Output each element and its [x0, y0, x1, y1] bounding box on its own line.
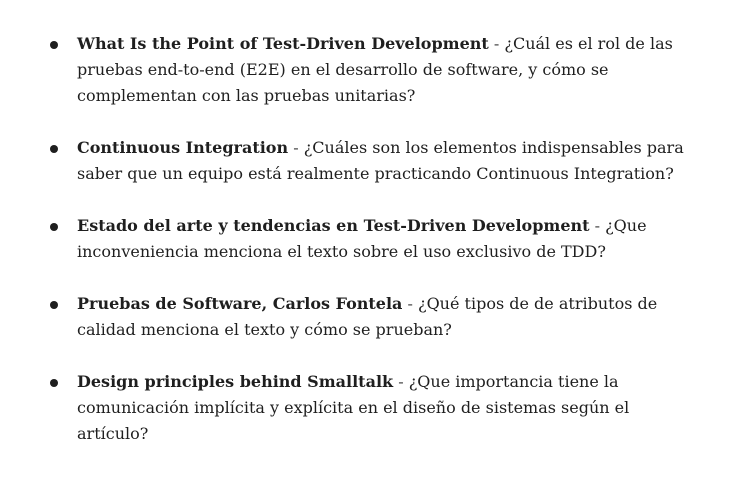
item-separator: - [488, 34, 505, 53]
item-separator: - [589, 216, 606, 235]
item-separator: - [393, 372, 409, 391]
item-title: What Is the Point of Test-Driven Develop… [77, 34, 489, 53]
document-content: What Is the Point of Test-Driven Develop… [0, 31, 735, 473]
list-item: Design principles behind Smalltalk - ¿Qu… [0, 369, 735, 447]
item-separator: - [288, 138, 304, 157]
item-title: Continuous Integration [77, 138, 289, 157]
bullet-icon [50, 41, 58, 49]
reading-list: What Is the Point of Test-Driven Develop… [0, 31, 735, 447]
bullet-icon [50, 379, 58, 387]
item-title: Estado del arte y tendencias en Test-Dri… [77, 216, 590, 235]
item-separator: - [402, 294, 418, 313]
item-title: Design principles behind Smalltalk [77, 372, 394, 391]
bullet-icon [50, 301, 58, 309]
list-item: Estado del arte y tendencias en Test-Dri… [0, 213, 735, 265]
list-item: What Is the Point of Test-Driven Develop… [0, 31, 735, 109]
bullet-icon [50, 223, 58, 231]
list-item: Continuous Integration - ¿Cuáles son los… [0, 135, 735, 187]
item-title: Pruebas de Software, Carlos Fontela [77, 294, 403, 313]
bullet-icon [50, 145, 58, 153]
list-item: Pruebas de Software, Carlos Fontela - ¿Q… [0, 291, 735, 343]
